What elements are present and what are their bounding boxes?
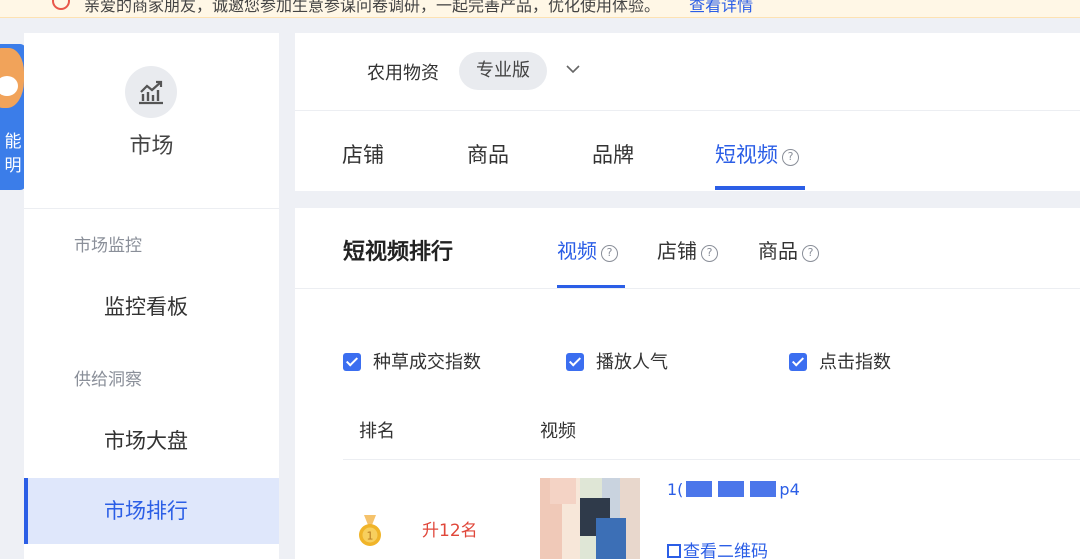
- rank-change: 升12名: [422, 521, 478, 541]
- ranking-title: 短视频排行: [343, 240, 454, 265]
- tab-ranking-video[interactable]: 视频?: [557, 235, 618, 264]
- category-name: 农用物资: [367, 63, 439, 84]
- video-thumbnail[interactable]: [540, 478, 640, 559]
- notice-text: 亲爱的商家朋友，诚邀您参加生意参谋问卷调研，一起完善产品，优化使用体验。: [84, 0, 661, 15]
- sidebar-item-market-overview[interactable]: 市场大盘: [24, 408, 279, 474]
- checkbox-checked-icon[interactable]: [566, 353, 584, 371]
- tab-goods[interactable]: 商品: [467, 139, 509, 169]
- ranking-divider: [295, 288, 1080, 289]
- view-qr-code-link[interactable]: 查看二维码: [667, 537, 768, 559]
- top-tabs: 店铺 商品 品牌 短视频?: [295, 111, 1080, 191]
- help-icon[interactable]: ?: [701, 245, 718, 262]
- gold-medal-icon: 1: [359, 515, 381, 546]
- tab-ranking-goods[interactable]: 商品?: [758, 235, 819, 264]
- notice-bar: 亲爱的商家朋友，诚邀您参加生意参谋问卷调研，一起完善产品，优化使用体验。 查看详…: [0, 0, 1080, 18]
- checkbox-checked-icon[interactable]: [789, 353, 807, 371]
- warning-icon: [52, 0, 70, 10]
- version-badge[interactable]: 专业版: [459, 52, 547, 90]
- chevron-down-icon[interactable]: [564, 60, 582, 78]
- metric-checkbox-click-index[interactable]: 点击指数: [789, 348, 891, 374]
- notice-link[interactable]: 查看详情: [689, 0, 753, 15]
- help-icon[interactable]: ?: [802, 245, 819, 262]
- sidebar-title: 市场: [129, 134, 174, 159]
- tab-short-video[interactable]: 短视频?: [715, 139, 799, 169]
- sidebar-brand: 市场: [24, 33, 279, 209]
- tab-shop[interactable]: 店铺: [342, 139, 384, 169]
- mascot-label: 能明: [4, 132, 22, 176]
- sidebar-item-market-ranking[interactable]: 市场排行: [24, 478, 279, 544]
- help-icon[interactable]: ?: [782, 149, 799, 166]
- active-tab-indicator: [715, 186, 805, 190]
- market-chart-icon: [125, 66, 177, 118]
- svg-text:1: 1: [367, 530, 374, 543]
- sidebar: 市场 市场监控 监控看板 供给洞察 市场大盘 市场排行: [24, 33, 279, 559]
- checkbox-checked-icon[interactable]: [343, 353, 361, 371]
- video-title-link[interactable]: 1(p4: [667, 480, 800, 499]
- mascot-avatar-icon: [0, 48, 24, 108]
- column-header-rank[interactable]: 排名: [359, 417, 395, 443]
- qr-code-icon: [667, 544, 681, 558]
- metric-checkbox-seeding-index[interactable]: 种草成交指数: [343, 348, 481, 374]
- column-header-video[interactable]: 视频: [540, 417, 576, 443]
- sidebar-group-supply: 供给洞察: [74, 370, 142, 390]
- tab-brand[interactable]: 品牌: [592, 139, 634, 169]
- header-card: 农用物资 专业版 店铺 商品 品牌 短视频?: [295, 33, 1080, 191]
- table-header-divider: [343, 459, 1080, 460]
- help-icon[interactable]: ?: [601, 245, 618, 262]
- sidebar-group-monitor: 市场监控: [74, 236, 142, 256]
- sidebar-item-monitor-board[interactable]: 监控看板: [24, 274, 279, 340]
- tab-ranking-shop[interactable]: 店铺?: [657, 235, 718, 264]
- ranking-card: 短视频排行 视频? 店铺? 商品? 种草成交指数 播放人气 点击指数 排名 视频…: [295, 208, 1080, 559]
- metric-checkbox-play-popularity[interactable]: 播放人气: [566, 348, 668, 374]
- assistant-mascot[interactable]: 能明: [0, 44, 26, 190]
